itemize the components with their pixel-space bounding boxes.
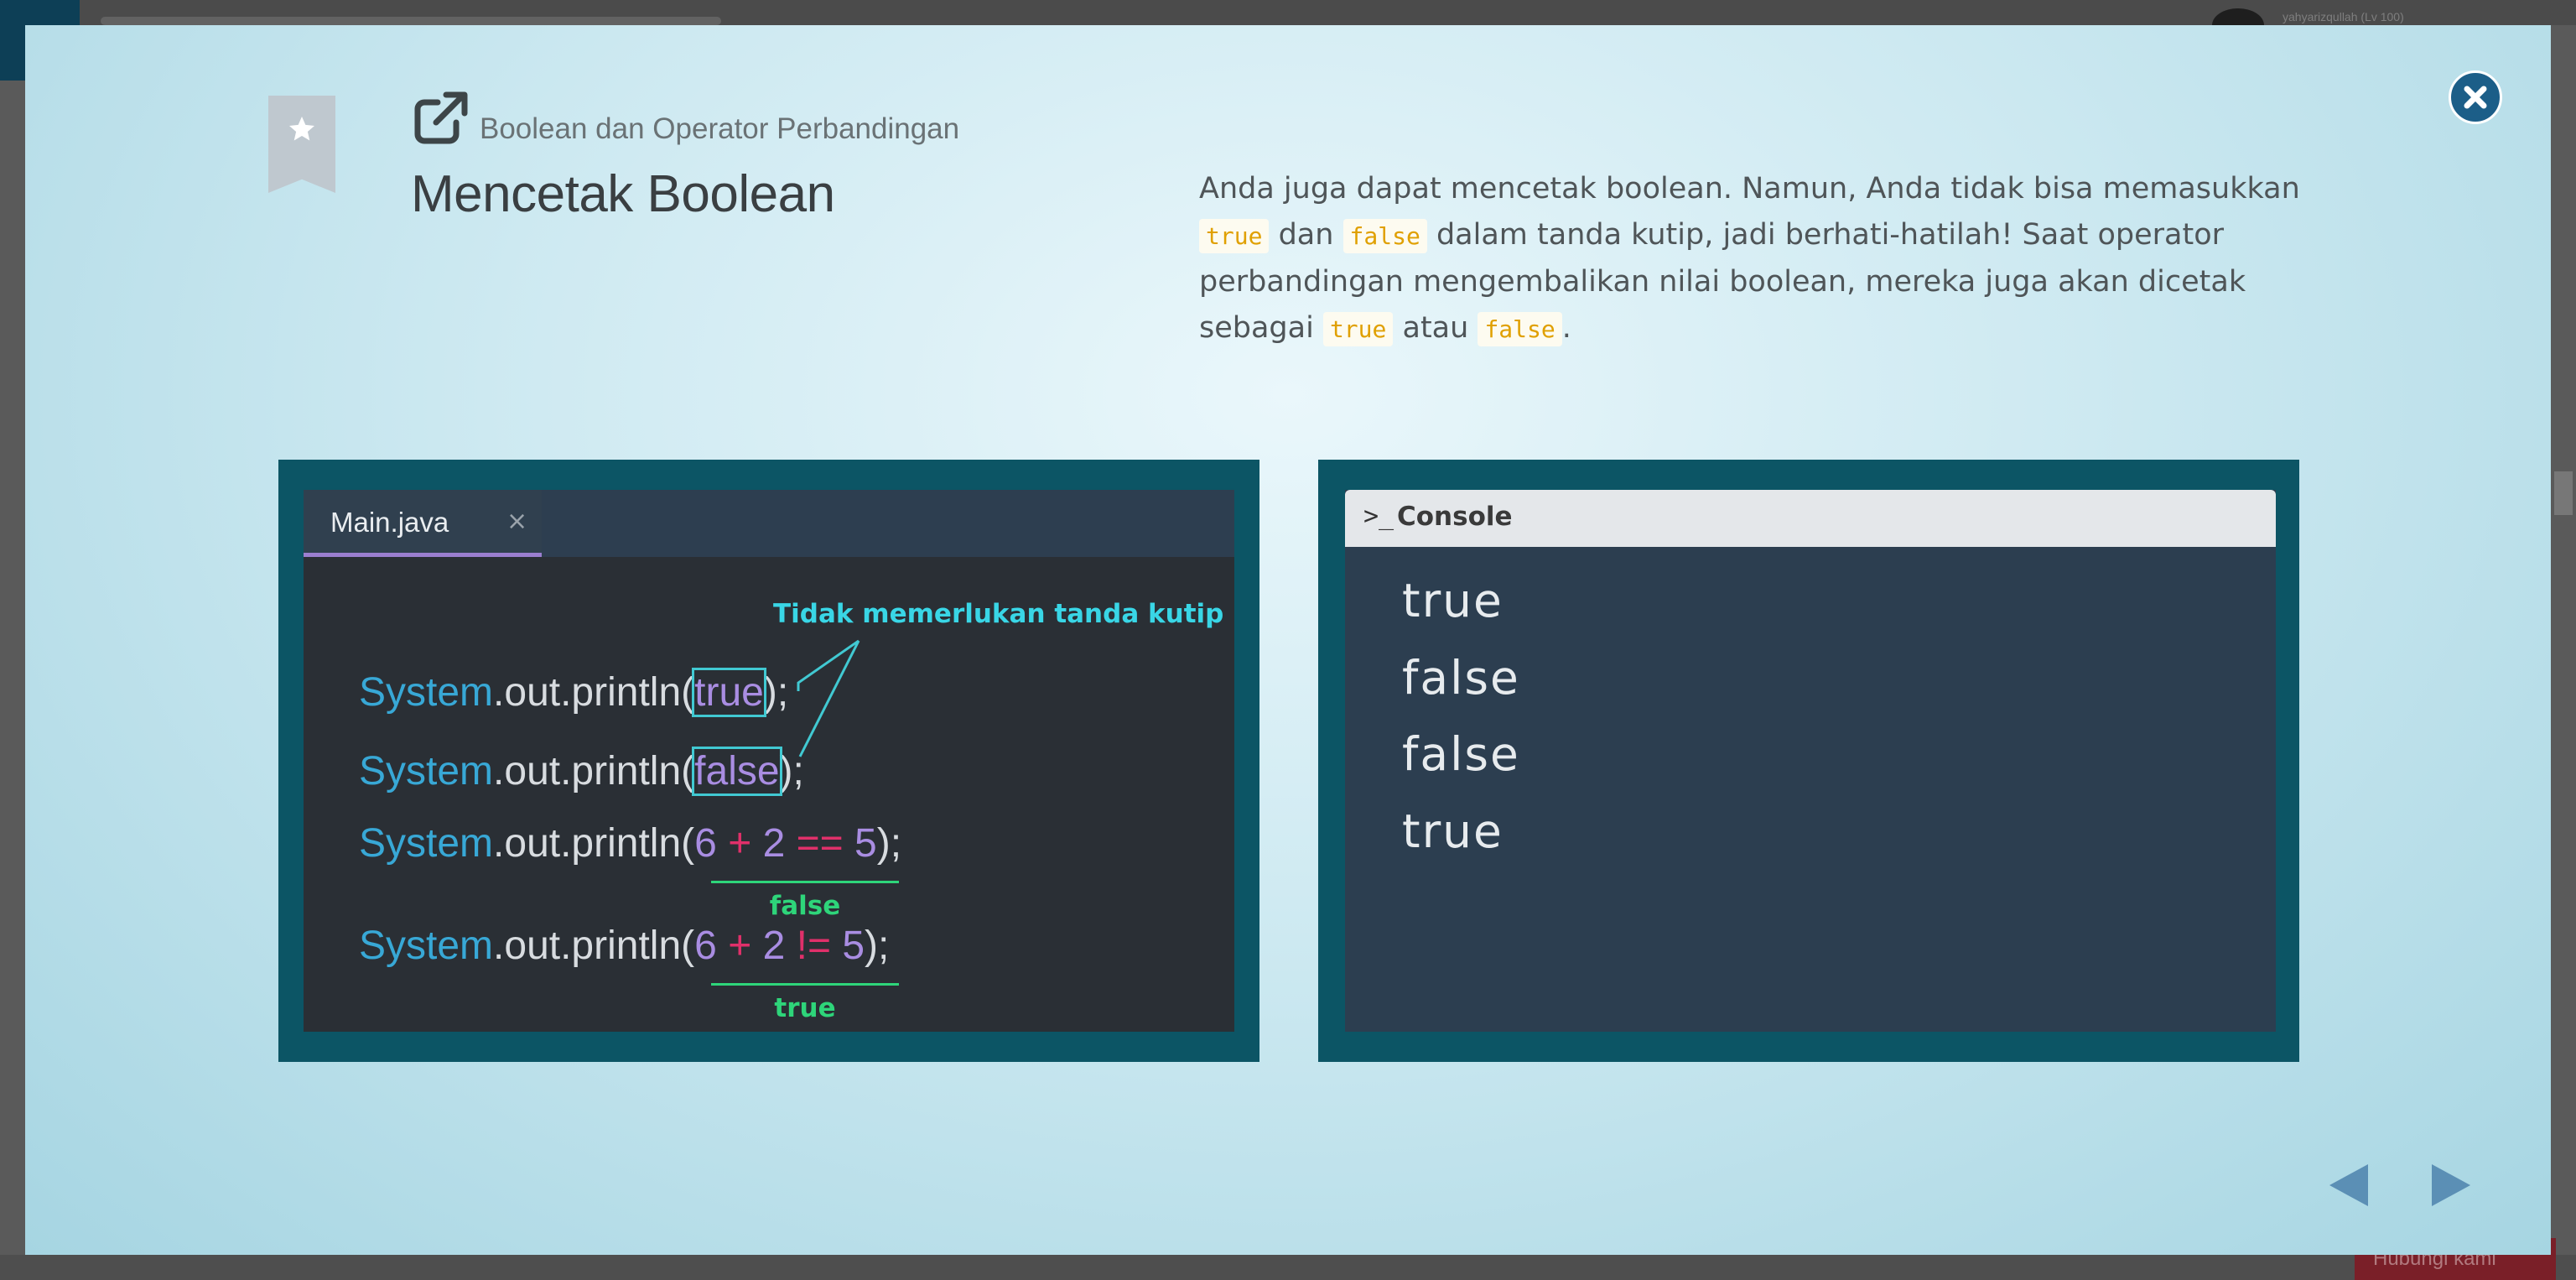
terminal-icon: >_ (1363, 502, 1394, 531)
external-link-icon[interactable] (413, 91, 471, 146)
expression-underline (711, 881, 899, 883)
bookmark-icon[interactable] (268, 96, 335, 193)
code-method: .out.println( (493, 749, 695, 793)
lesson-title: Mencetak Boolean (411, 165, 835, 223)
console-header: >_ Console (1345, 490, 2276, 547)
code-operator: + (716, 821, 763, 866)
code-system: System (359, 821, 494, 866)
desc-text-4: atau (1393, 311, 1478, 345)
lesson-description: Anda juga dapat mencetak boolean. Namun,… (1199, 166, 2306, 352)
star-icon (289, 117, 314, 141)
close-icon (2464, 86, 2487, 109)
code-number: 2 (762, 924, 786, 968)
console-output-line: false (1402, 727, 1520, 781)
code-false: false (1343, 219, 1427, 253)
code-end: ); (779, 749, 804, 793)
expression-result: false (769, 891, 841, 921)
code-number: 5 (854, 821, 877, 866)
prev-slide-button[interactable] (2328, 1163, 2370, 1208)
code-method: .out.println( (493, 670, 695, 715)
code-operator: + (716, 924, 763, 968)
code-line-1: System.out.println(true); (359, 668, 789, 717)
code-operator: == (785, 821, 854, 866)
desc-text-1: Anda juga dapat mencetak boolean. Namun,… (1199, 172, 2300, 206)
background-scrollbar (2554, 471, 2573, 515)
code-number: 6 (694, 924, 717, 968)
code-line-3: System.out.println(6 + 2 == 5); (359, 820, 901, 866)
next-slide-button[interactable] (2430, 1163, 2472, 1208)
triangle-right-icon (2432, 1164, 2470, 1206)
code-line-4: System.out.println(6 + 2 != 5); (359, 923, 889, 969)
desc-text-5: . (1561, 311, 1571, 345)
background-bottombar (0, 1255, 2576, 1280)
code-true: true (1322, 312, 1394, 346)
code-system: System (359, 924, 494, 968)
lesson-category: Boolean dan Operator Perbandingan (480, 112, 960, 145)
code-system: System (359, 670, 494, 715)
console-title: Console (1397, 502, 1513, 532)
console-output-line: false (1402, 651, 1520, 705)
code-false: false (1478, 312, 1562, 346)
code-operator: != (785, 924, 843, 968)
console-panel: >_ Console true false false true (1318, 460, 2299, 1062)
lesson-modal: Boolean dan Operator Perbandingan Mencet… (25, 25, 2551, 1255)
code-example-panel: Main.java × Tidak memerlukan tanda kutip… (278, 460, 1259, 1062)
desc-text-2: dan (1269, 218, 1343, 252)
background-username: yahyarizqullah (Lv 100) (2283, 10, 2404, 23)
expression-result: true (774, 993, 836, 1023)
console-output-line: true (1402, 574, 1504, 627)
code-method: .out.println( (493, 924, 695, 968)
code-end: ); (763, 670, 789, 715)
code-line-2: System.out.println(false); (359, 747, 804, 796)
console: >_ Console true false false true (1345, 490, 2276, 1032)
expression-underline (711, 983, 899, 986)
console-output-line: true (1402, 804, 1504, 858)
code-system: System (359, 749, 494, 793)
code-number: 2 (762, 821, 786, 866)
code-number: 5 (842, 924, 865, 968)
code-end: ); (865, 924, 890, 968)
triangle-left-icon (2329, 1164, 2368, 1206)
background-search-bar (101, 17, 721, 25)
code-end: ); (876, 821, 902, 866)
code-editor: Main.java × Tidak memerlukan tanda kutip… (304, 490, 1234, 1032)
code-true: true (1199, 219, 1270, 253)
code-literal-false: false (692, 747, 782, 796)
code-number: 6 (694, 821, 717, 866)
code-literal-true: true (692, 668, 766, 717)
close-button[interactable] (2449, 70, 2502, 124)
code-method: .out.println( (493, 821, 695, 866)
